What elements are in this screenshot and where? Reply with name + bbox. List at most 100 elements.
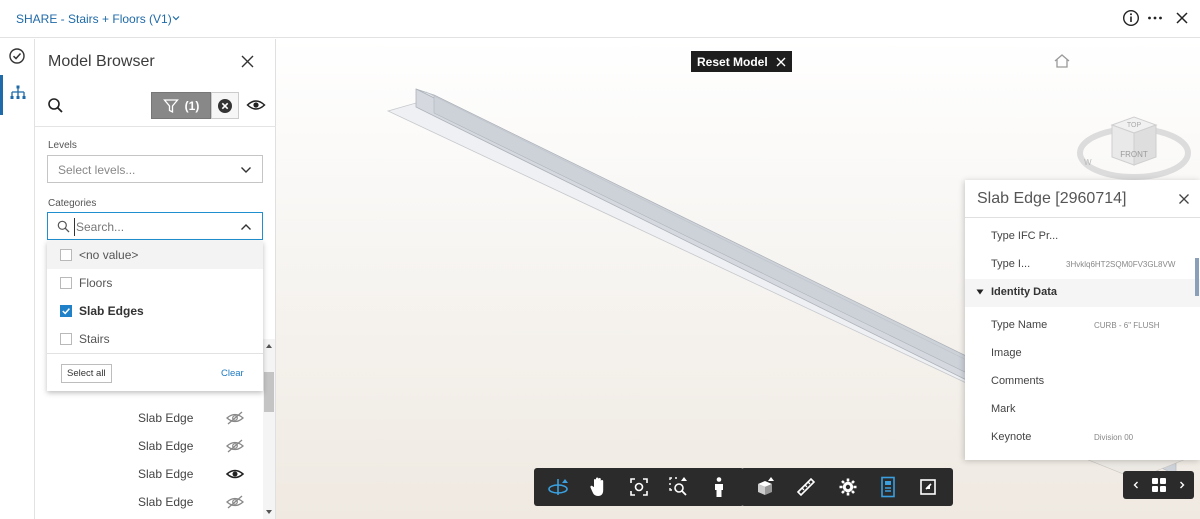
category-option[interactable]: Stairs [47,325,263,353]
property-key: Mark [991,403,1016,415]
categories-search-input[interactable] [74,218,224,236]
grid-icon[interactable] [1151,477,1167,493]
search-icon[interactable] [47,97,64,114]
toolbar-navigation [534,468,744,506]
issues-check-icon[interactable] [8,47,26,65]
checkbox[interactable] [60,277,72,289]
viewcube[interactable]: TOP FRONT W S [1076,77,1196,197]
properties-title: Slab Edge [2960714] [977,190,1127,207]
clear-link[interactable]: Clear [221,368,244,379]
property-row: Mark [965,396,1200,424]
orbit-button[interactable] [540,468,578,506]
fullscreen-button[interactable] [909,468,947,506]
chevron-left-icon[interactable] [1131,480,1141,490]
scroll-up-icon[interactable] [265,343,273,349]
pan-hand-icon [590,477,604,496]
close-icon[interactable] [1173,9,1191,27]
category-option[interactable]: <no value> [47,241,263,269]
property-row: Comments [965,368,1200,396]
model-browser-tab[interactable] [0,75,35,115]
eye-hidden-icon[interactable] [225,494,245,510]
property-row: Image [965,340,1200,368]
checkbox[interactable] [60,249,72,261]
tree-row-label: Slab Edge [138,439,194,453]
scroll-down-icon[interactable] [265,509,273,515]
filter-button[interactable]: (1) [151,92,211,119]
pan-button[interactable] [580,468,618,506]
eye-hidden-icon[interactable] [225,410,245,426]
section-title: Identity Data [991,286,1058,298]
property-key: Image [991,347,1022,359]
property-value: 3Hvklq6HT2SQM0FV3GL8VW [1066,260,1176,269]
tree-row[interactable]: Slab Edge [35,488,265,516]
caret-down-icon [976,289,984,295]
toolbar-tools [741,468,831,506]
section-box-icon [758,477,774,495]
search-icon [57,220,70,233]
divider [965,217,1200,218]
app-title[interactable]: SHARE - Stairs + Floors (V1) [16,12,172,26]
chevron-right-icon[interactable] [1177,480,1187,490]
measure-button[interactable] [787,468,825,506]
category-option-label: Slab Edges [79,304,144,318]
eye-icon[interactable] [246,96,266,114]
eye-icon[interactable] [225,466,245,482]
tree-row[interactable]: Slab Edge [35,432,265,460]
clear-filter-button[interactable] [211,92,239,119]
top-bar: SHARE - Stairs + Floors (V1) [0,0,1200,38]
chevron-down-icon[interactable] [171,13,181,23]
properties-panel: Slab Edge [2960714] Type IFC Pr... Type … [965,180,1200,460]
ruler-icon [796,477,816,497]
tree-scrollbar[interactable] [263,339,275,519]
close-icon[interactable] [240,54,255,69]
properties-button[interactable] [869,468,907,506]
home-icon[interactable] [1053,53,1071,69]
settings-button[interactable] [829,468,867,506]
close-icon[interactable] [1178,193,1190,205]
category-option[interactable]: Slab Edges [47,297,263,325]
viewcube-front-label: FRONT [1120,150,1148,159]
select-all-button[interactable]: Select all [61,364,112,383]
property-key: Keynote [991,431,1032,443]
section-button[interactable] [747,468,785,506]
categories-label: Categories [48,198,97,209]
category-option-label: <no value> [79,248,139,262]
category-option[interactable]: Floors [47,269,263,297]
levels-select[interactable]: Select levels... [47,155,263,183]
chevron-up-icon[interactable] [240,223,252,231]
scrollbar-thumb[interactable] [264,372,274,412]
viewcube-west-label: W [1084,158,1092,167]
checkbox-checked[interactable] [60,305,72,317]
property-row: Keynote Division 00 [965,424,1200,452]
active-indicator [0,75,3,115]
tree-row-label: Slab Edge [138,411,194,425]
zoom-window-button[interactable] [660,468,698,506]
tree-row[interactable]: Slab Edge [35,404,265,432]
info-icon[interactable] [1122,9,1140,27]
property-value: Division 00 [1094,433,1134,442]
person-icon [715,477,723,497]
tree-row[interactable]: Slab Edge [35,460,265,488]
categories-search-field[interactable] [47,212,263,240]
checkbox[interactable] [60,333,72,345]
left-rail [0,39,35,519]
fullscreen-icon [920,479,936,495]
filter-count: (1) [184,98,200,113]
tree-row-label: Slab Edge [138,495,194,509]
property-row: Type I... 3Hvklq6HT2SQM0FV3GL8VW [965,251,1200,279]
views-switcher[interactable] [1123,471,1194,499]
first-person-button[interactable] [700,468,738,506]
property-section-header[interactable]: Identity Data [965,279,1200,307]
category-option-label: Stairs [79,332,110,346]
property-key: Type Name [991,319,1048,331]
toolbar-settings [823,468,953,506]
orbit-icon [548,479,568,495]
categories-dropdown: <no value> Floors Slab Edges Stairs Sele… [47,241,263,391]
fit-to-view-button[interactable] [620,468,658,506]
eye-hidden-icon[interactable] [225,438,245,454]
property-key: Type IFC Pr... [991,230,1059,242]
more-options-icon[interactable] [1146,9,1164,27]
properties-scrollbar[interactable] [1195,258,1199,296]
reset-model-button[interactable]: Reset Model [691,51,792,72]
model-browser-panel: Model Browser (1) Levels Select levels..… [35,39,276,519]
